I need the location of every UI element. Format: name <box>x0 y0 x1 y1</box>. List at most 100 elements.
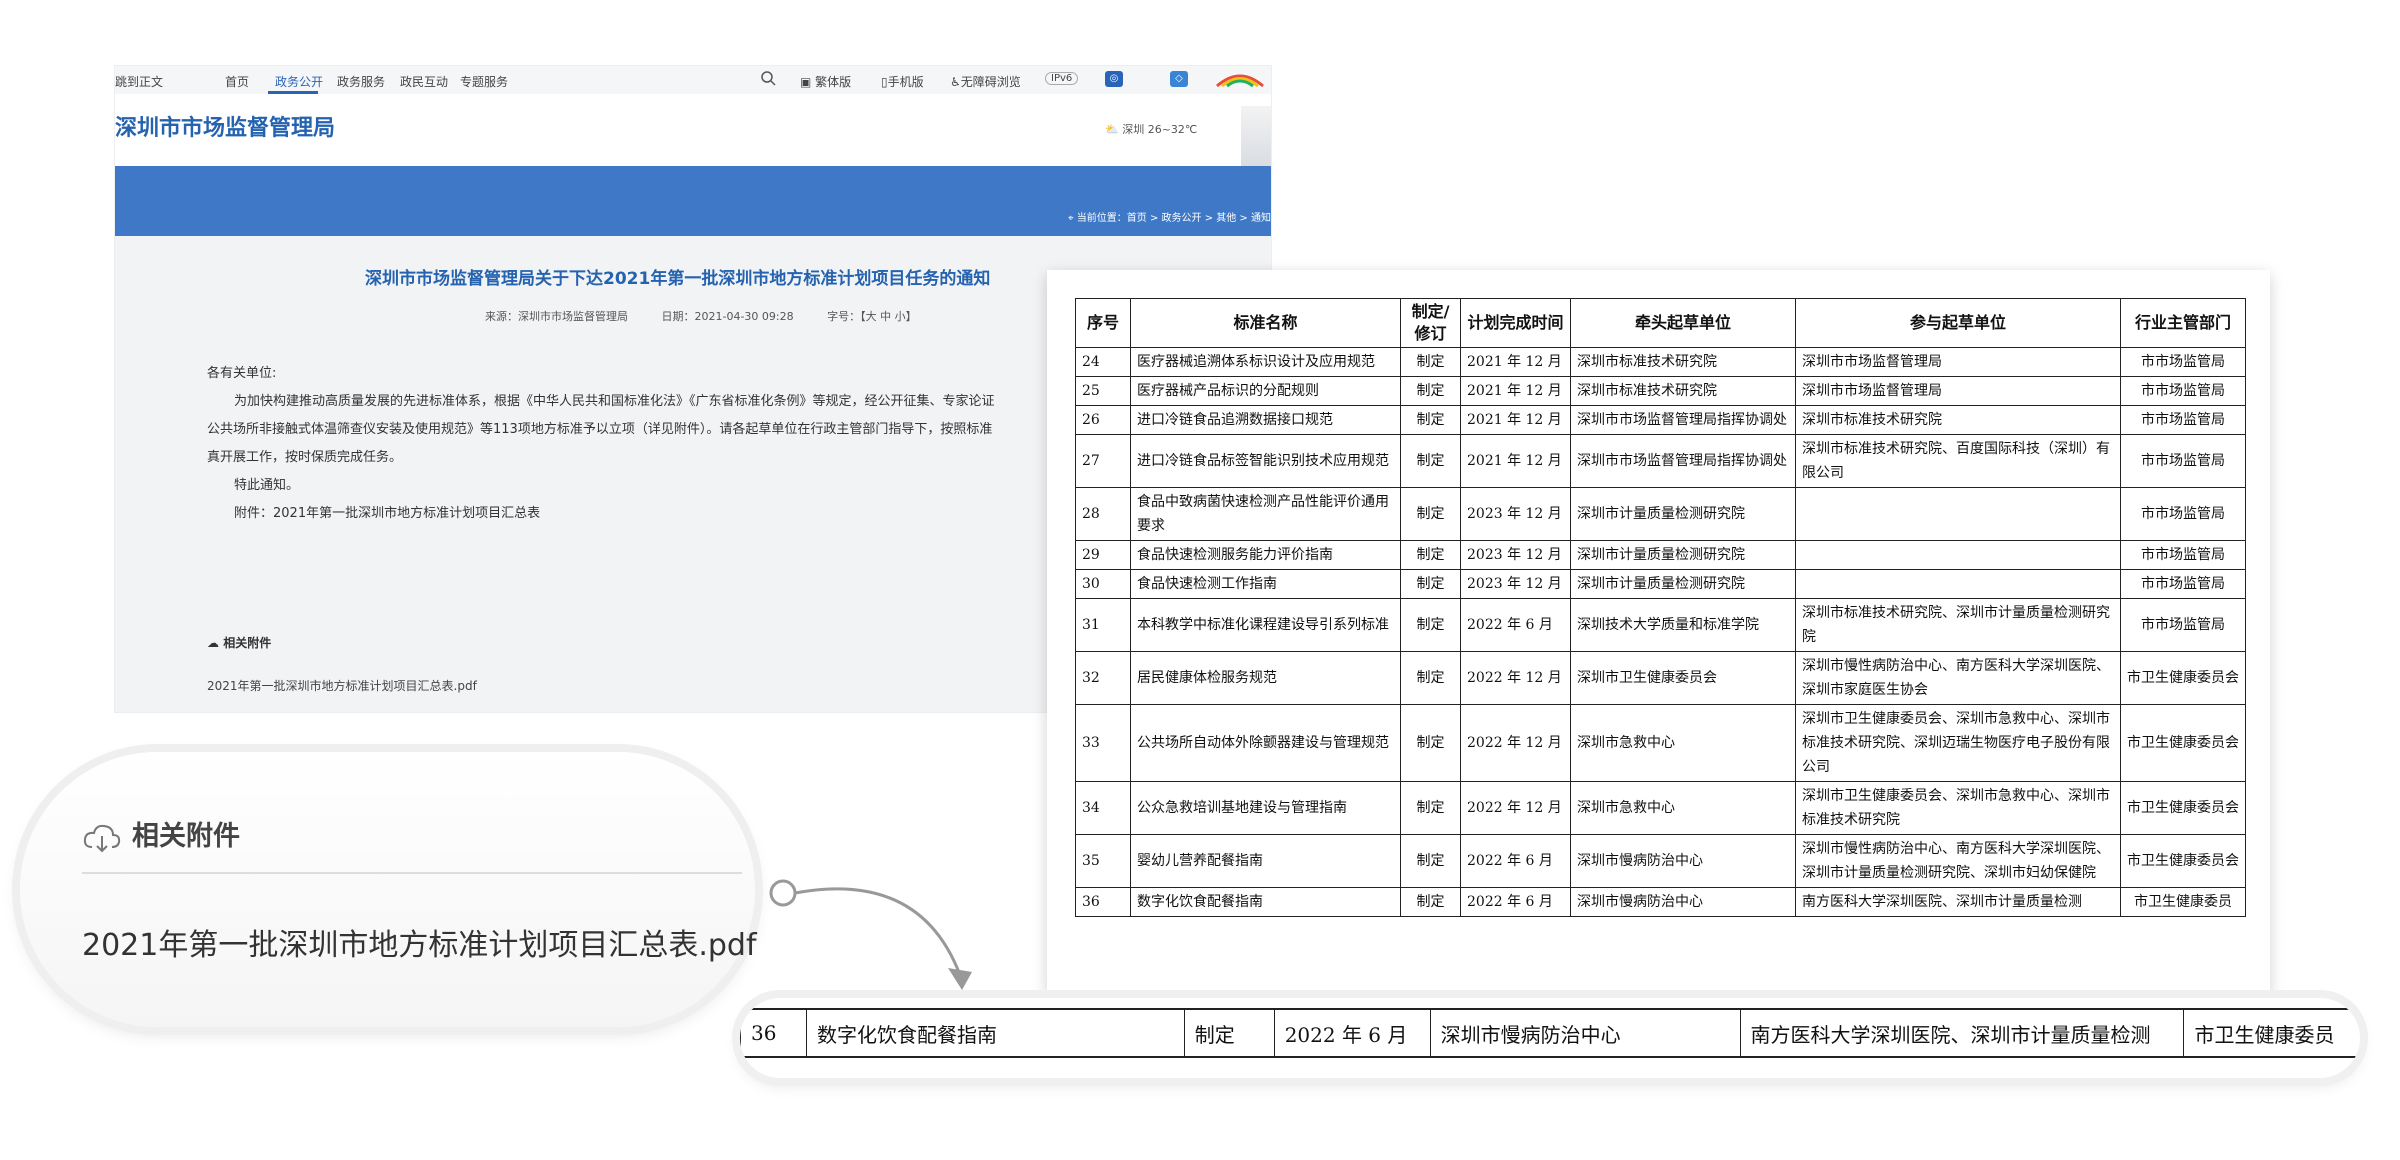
table-cell: 制定 <box>1183 1008 1275 1058</box>
table-row: 29 食品快速检测服务能力评价指南 制定 2023 年 12 月深圳市计量质量检测研究… <box>1075 540 2246 570</box>
table-cell: 制定 <box>1400 887 1461 917</box>
table-cell: 进口冷链食品标签智能识别技术应用规范 <box>1130 434 1401 488</box>
table-cell: 制定 <box>1400 781 1461 835</box>
table-cell: 2022 年 12 月 <box>1460 781 1571 835</box>
table-row: 31 本科教学中标准化课程建设导引系列标准 制定 2022 年 6 月深圳技术大学质量… <box>1075 598 2246 652</box>
table-cell: 制定 <box>1400 405 1461 435</box>
table-cell: 制定 <box>1400 487 1461 541</box>
table-cell <box>1795 540 2121 570</box>
table-cell: 33 <box>1075 704 1131 782</box>
table-cell: 深圳市计量质量检测研究院 <box>1570 569 1796 599</box>
table-cell: 2021 年 12 月 <box>1460 434 1571 488</box>
table-cell: 深圳市慢病防治中心 <box>1570 834 1796 888</box>
table-cell: 市卫生健康委员会 <box>2120 704 2246 782</box>
column-header: 制定/修订 <box>1400 298 1461 348</box>
table-cell: 深圳技术大学质量和标准学院 <box>1570 598 1796 652</box>
table-cell: 市卫生健康委员会 <box>2120 834 2246 888</box>
table-cell: 深圳市慢病防治中心 <box>1570 887 1796 917</box>
table-cell: 深圳市急救中心 <box>1570 781 1796 835</box>
standards-table-document: 序号 标准名称 制定/修订 计划完成时间 牵头起草单位 参与起草单位 行业主管部… <box>1047 270 2270 995</box>
table-cell: 婴幼儿营养配餐指南 <box>1130 834 1401 888</box>
table-cell: 市市场监管局 <box>2120 540 2246 570</box>
table-cell <box>1795 487 2121 541</box>
table-cell: 24 <box>1075 347 1131 377</box>
table-cell: 食品快速检测服务能力评价指南 <box>1130 540 1401 570</box>
column-header: 标准名称 <box>1130 298 1401 348</box>
table-cell <box>1795 569 2121 599</box>
table-cell: 深圳市卫生健康委员会 <box>1570 651 1796 705</box>
table-cell: 2022 年 12 月 <box>1460 651 1571 705</box>
table-cell: 市市场监管局 <box>2120 598 2246 652</box>
table-cell: 制定 <box>1400 651 1461 705</box>
table-cell: 26 <box>1075 405 1131 435</box>
table-cell: 市市场监管局 <box>2120 347 2246 377</box>
table-cell: 公众急救培训基地建设与管理指南 <box>1130 781 1401 835</box>
table-cell: 深圳市计量质量检测研究院 <box>1570 540 1796 570</box>
table-cell: 30 <box>1075 569 1131 599</box>
table-cell: 31 <box>1075 598 1131 652</box>
table-header-row: 序号 标准名称 制定/修订 计划完成时间 牵头起草单位 参与起草单位 行业主管部… <box>1075 298 2246 348</box>
table-cell: 2022 年 6 月 <box>1460 887 1571 917</box>
table-cell: 深圳市计量质量检测研究院 <box>1570 487 1796 541</box>
table-cell: 医疗器械追溯体系标识设计及应用规范 <box>1130 347 1401 377</box>
table-cell: 2022 年 12 月 <box>1460 704 1571 782</box>
table-cell: 市卫生健康委员会 <box>2120 781 2246 835</box>
table-cell: 深圳市市场监督管理局 <box>1795 347 2121 377</box>
table-cell: 深圳市急救中心 <box>1570 704 1796 782</box>
table-row: 24 医疗器械追溯体系标识设计及应用规范 制定 2021 年 12 月深圳市标准技术研… <box>1075 347 2246 377</box>
table-cell: 深圳市慢性病防治中心、南方医科大学深圳医院、深圳市计量质量检测研究院、深圳市妇幼… <box>1795 834 2121 888</box>
table-row: 28 食品中致病菌快速检测产品性能评价通用要求 制定 2023 年 12 月深圳市计量… <box>1075 487 2246 541</box>
table-cell: 本科教学中标准化课程建设导引系列标准 <box>1130 598 1401 652</box>
table-row: 33 公共场所自动体外除颤器建设与管理规范 制定 2022 年 12 月深圳市急救中心… <box>1075 704 2246 782</box>
table-cell: 食品中致病菌快速检测产品性能评价通用要求 <box>1130 487 1401 541</box>
table-row: 30 食品快速检测工作指南 制定 2023 年 12 月深圳市计量质量检测研究院 市市场… <box>1075 569 2246 599</box>
standards-table: 序号 标准名称 制定/修订 计划完成时间 牵头起草单位 参与起草单位 行业主管部… <box>1075 298 2246 917</box>
table-cell: 深圳市慢病防治中心 <box>1429 1008 1740 1058</box>
table-cell: 公共场所自动体外除颤器建设与管理规范 <box>1130 704 1401 782</box>
table-cell: 市卫生健康委员会 <box>2120 651 2246 705</box>
zoomed-row-callout: 36 数字化饮食配餐指南 制定 2022 年 6 月 深圳市慢病防治中心 南方医… <box>740 998 2360 1078</box>
table-cell: 36 <box>1075 887 1131 917</box>
table-cell: 制定 <box>1400 834 1461 888</box>
table-cell: 32 <box>1075 651 1131 705</box>
table-cell: 制定 <box>1400 704 1461 782</box>
column-header: 行业主管部门 <box>2120 298 2246 348</box>
table-row: 32 居民健康体检服务规范 制定 2022 年 12 月深圳市卫生健康委员会 深圳市慢性… <box>1075 651 2246 705</box>
table-cell: 制定 <box>1400 376 1461 406</box>
table-cell: 深圳市市场监督管理局 <box>1795 376 2121 406</box>
table-cell: 2023 年 12 月 <box>1460 569 1571 599</box>
column-header: 计划完成时间 <box>1460 298 1571 348</box>
table-cell: 制定 <box>1400 569 1461 599</box>
table-cell: 市市场监管局 <box>2120 569 2246 599</box>
table-cell: 深圳市市场监督管理局指挥协调处 <box>1570 434 1796 488</box>
table-cell: 深圳市卫生健康委员会、深圳市急救中心、深圳市标准技术研究院、深圳迈瑞生物医疗电子… <box>1795 704 2121 782</box>
table-row: 26 进口冷链食品追溯数据接口规范 制定 2021 年 12 月深圳市市场监督管理局指… <box>1075 405 2246 435</box>
table-cell: 市市场监管局 <box>2120 487 2246 541</box>
table-cell: 2021 年 12 月 <box>1460 405 1571 435</box>
table-row: 34 公众急救培训基地建设与管理指南 制定 2022 年 12 月深圳市急救中心 深圳市… <box>1075 781 2246 835</box>
table-cell: 28 <box>1075 487 1131 541</box>
table-cell: 制定 <box>1400 434 1461 488</box>
table-cell: 市卫生健康委员 <box>2183 1008 2360 1058</box>
table-cell: 制定 <box>1400 347 1461 377</box>
table-cell: 市卫生健康委员 <box>2120 887 2246 917</box>
table-cell: 2021 年 12 月 <box>1460 347 1571 377</box>
table-cell: 南方医科大学深圳医院、深圳市计量质量检测 <box>1739 1008 2184 1058</box>
table-cell: 2022 年 6 月 <box>1460 834 1571 888</box>
zoomed-table: 36 数字化饮食配餐指南 制定 2022 年 6 月 深圳市慢病防治中心 南方医… <box>740 1008 2360 1058</box>
column-header: 序号 <box>1075 298 1131 348</box>
table-cell: 深圳市标准技术研究院 <box>1795 405 2121 435</box>
table-cell: 制定 <box>1400 540 1461 570</box>
table-cell: 36 <box>740 1008 807 1058</box>
table-cell: 2021 年 12 月 <box>1460 376 1571 406</box>
table-cell: 25 <box>1075 376 1131 406</box>
table-cell: 市市场监管局 <box>2120 376 2246 406</box>
table-cell: 深圳市慢性病防治中心、南方医科大学深圳医院、深圳市家庭医生协会 <box>1795 651 2121 705</box>
table-cell: 2022 年 6 月 <box>1460 598 1571 652</box>
table-cell: 35 <box>1075 834 1131 888</box>
table-cell: 食品快速检测工作指南 <box>1130 569 1401 599</box>
table-cell: 深圳市标准技术研究院、百度国际科技（深圳）有限公司 <box>1795 434 2121 488</box>
table-cell: 居民健康体检服务规范 <box>1130 651 1401 705</box>
table-cell: 2023 年 12 月 <box>1460 487 1571 541</box>
table-row: 35 婴幼儿营养配餐指南 制定 2022 年 6 月深圳市慢病防治中心 深圳市慢性病防治… <box>1075 834 2246 888</box>
